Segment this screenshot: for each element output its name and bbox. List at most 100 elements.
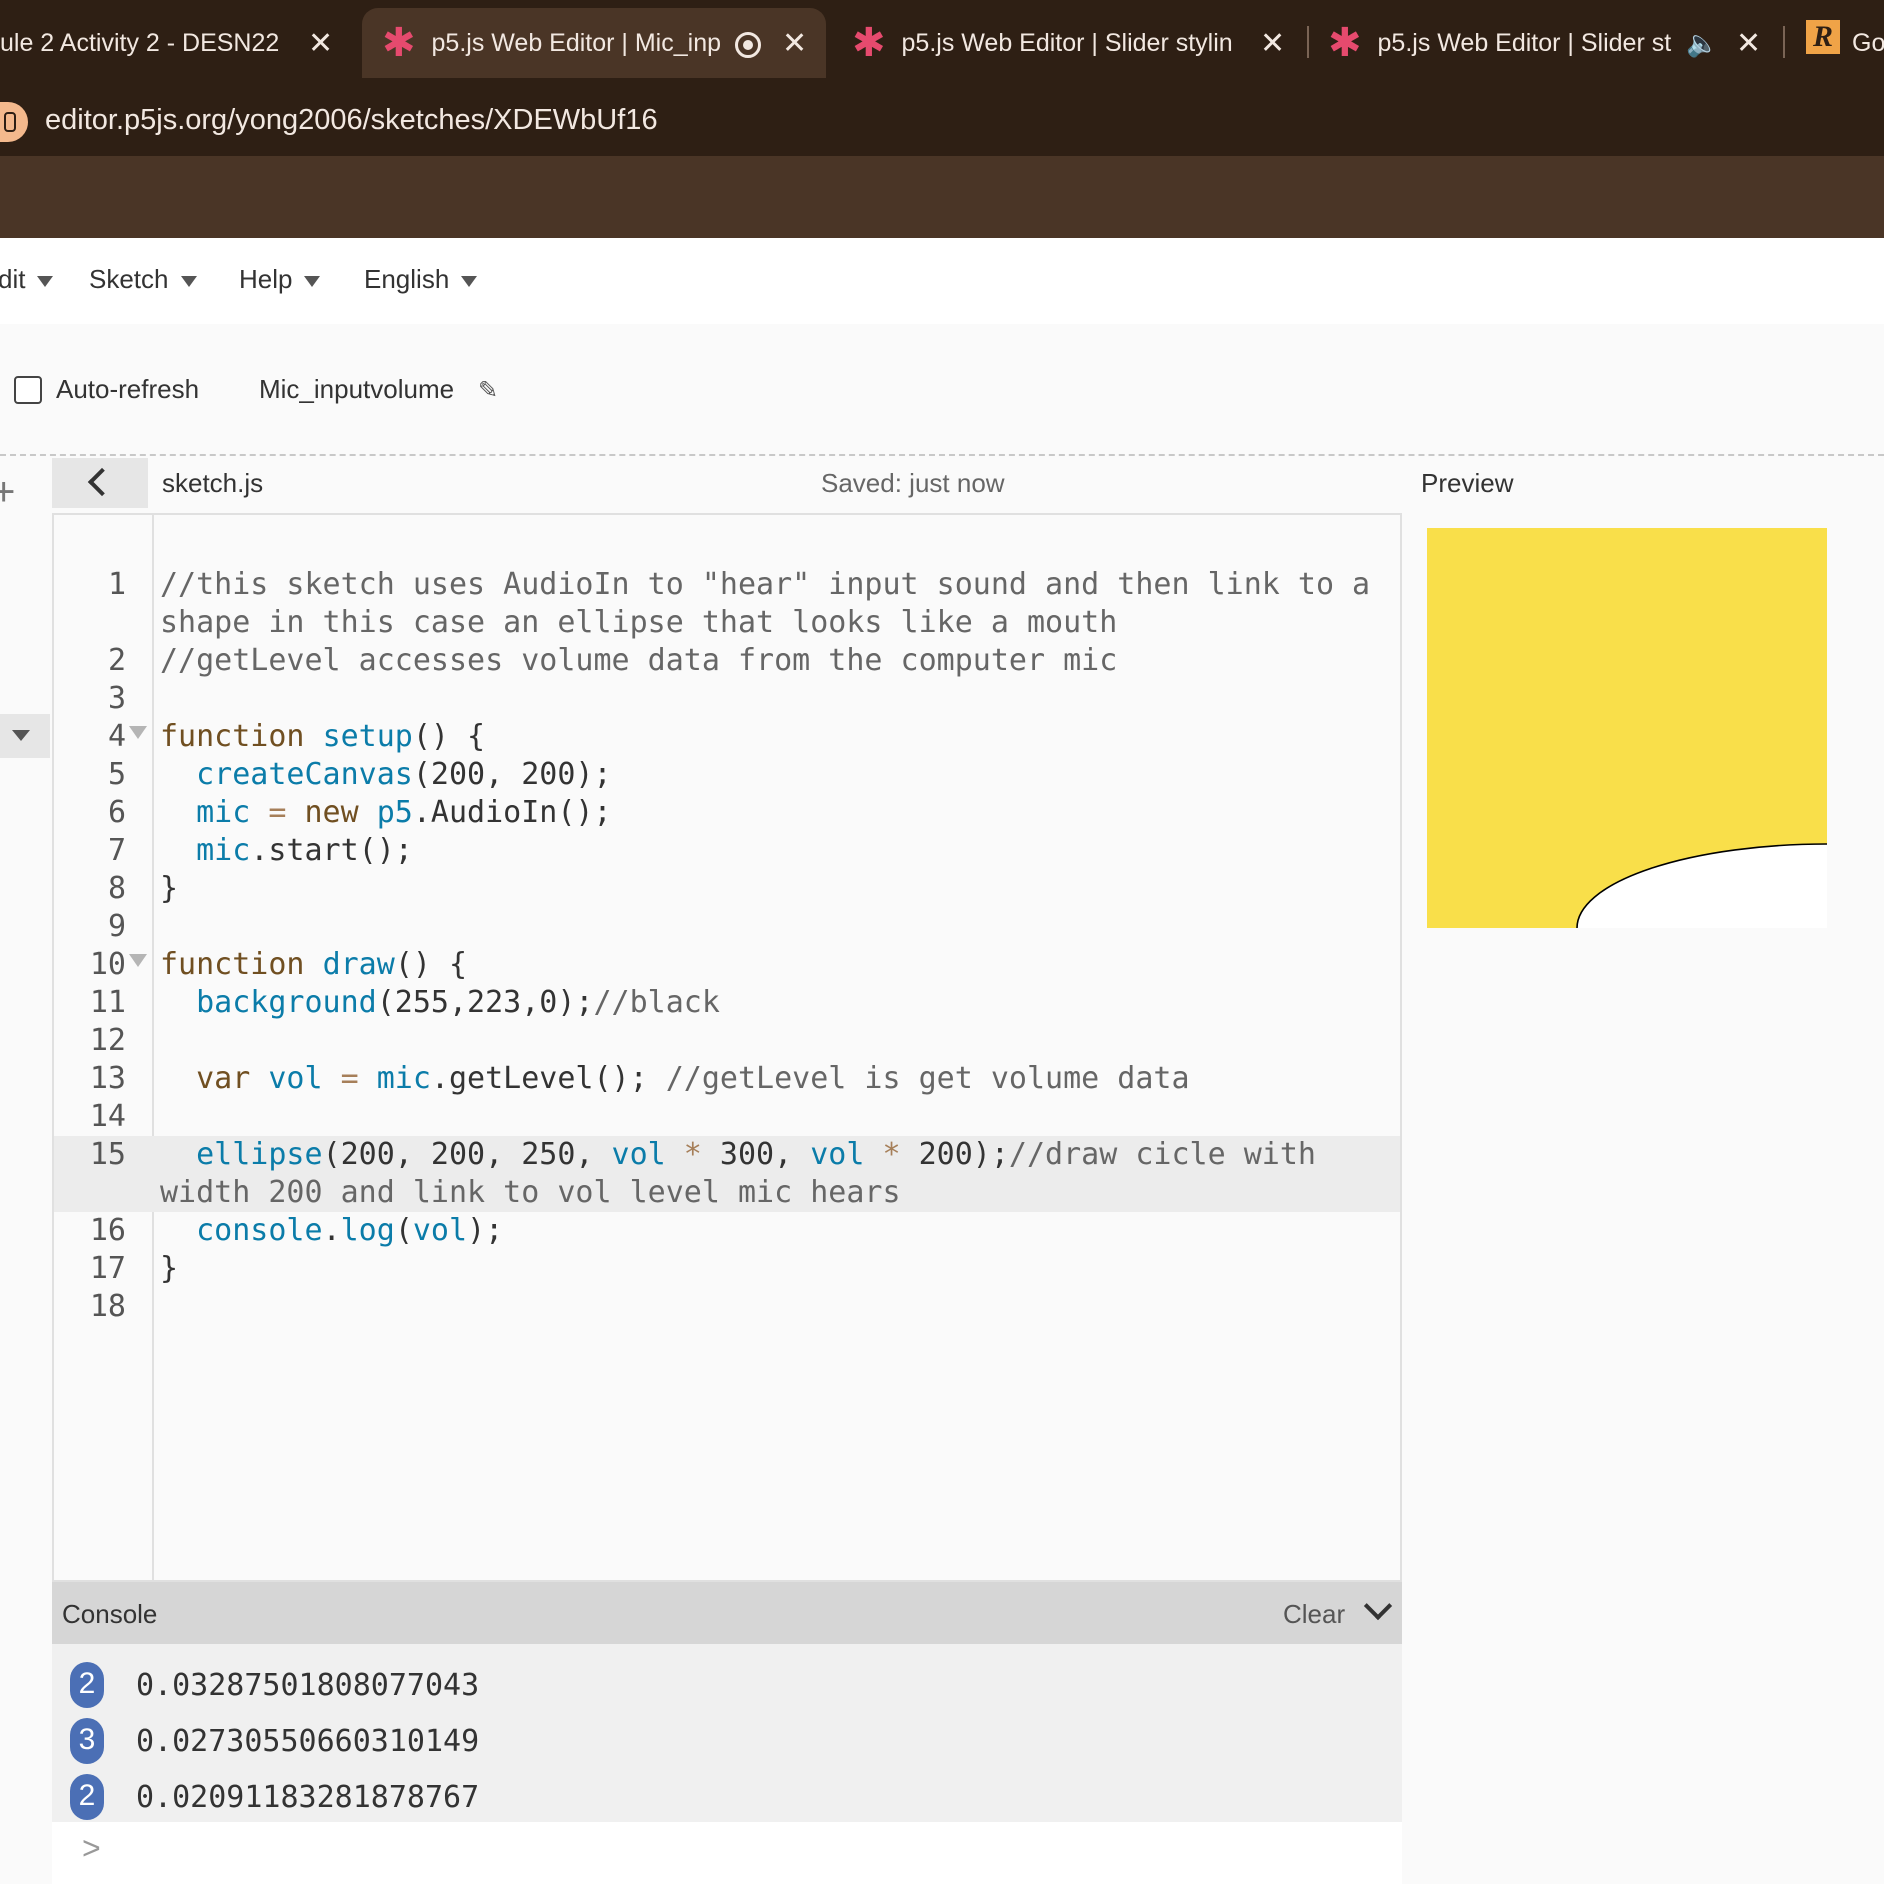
line-number: 4 xyxy=(107,719,126,754)
code-text: //this sketch uses AudioIn to "hear" inp… xyxy=(160,567,1389,640)
code-text: background(255,223,0);//black xyxy=(196,985,720,1020)
code-line[interactable]: 2 //getLevel accesses volume data from th… xyxy=(54,642,1400,680)
line-number: 12 xyxy=(89,1023,126,1058)
menu-label: dit xyxy=(0,264,26,294)
speaker-icon[interactable]: 🔈 xyxy=(1686,28,1718,59)
tab-title: p5.js Web Editor | Mic_inp xyxy=(431,28,722,57)
line-number: 5 xyxy=(107,757,126,792)
recording-icon xyxy=(735,32,761,58)
console-input[interactable]: > xyxy=(52,1822,1402,1884)
code-line[interactable]: 7 mic.start(); xyxy=(54,832,1400,870)
fold-arrow-icon[interactable] xyxy=(129,726,147,739)
fold-arrow-icon[interactable] xyxy=(129,954,147,967)
line-number: 14 xyxy=(89,1099,126,1134)
menu-sketch[interactable]: Sketch xyxy=(89,264,197,295)
line-number: 18 xyxy=(89,1289,126,1324)
prompt-chevron-icon: > xyxy=(82,1830,101,1866)
close-tab-icon[interactable]: ✕ xyxy=(1736,26,1761,61)
console-output: 2 0.03287501808077043 3 0.02730550660310149… xyxy=(52,1644,1402,1822)
sketch-toolbar: Auto-refresh Mic_inputvolume ✎ xyxy=(0,324,1884,456)
code-line[interactable]: 14 xyxy=(54,1098,1400,1136)
microphone-icon[interactable] xyxy=(0,102,28,142)
code-line[interactable]: 8} xyxy=(54,870,1400,908)
caret-down-icon xyxy=(461,275,478,287)
tab-title: Go xyxy=(1852,28,1884,57)
repeat-count-badge: 2 xyxy=(70,1774,104,1820)
line-number: 6 xyxy=(107,795,126,830)
menu-edit[interactable]: dit xyxy=(0,264,54,295)
console-value: 0.03287501808077043 xyxy=(136,1668,480,1703)
editor-menu-bar: dit Sketch Help English xyxy=(0,238,1884,326)
browser-tab-bar: ule 2 Activity 2 - DESN22 ✕ ✱ p5.js Web … xyxy=(0,0,1884,86)
close-tab-icon[interactable]: ✕ xyxy=(782,26,807,61)
auto-refresh-checkbox[interactable] xyxy=(14,376,42,404)
caret-down-icon xyxy=(180,275,197,287)
tab-separator xyxy=(1783,26,1785,58)
browser-tab[interactable]: ✱ p5.js Web Editor | Slider st 🔈 ✕ xyxy=(1328,8,1768,78)
line-number: 2 xyxy=(107,643,126,678)
browser-tab-active[interactable]: ✱ p5.js Web Editor | Mic_inp ✕ xyxy=(362,8,826,78)
code-line[interactable]: 1 //this sketch uses AudioIn to "hear" in… xyxy=(54,566,1400,642)
code-line[interactable]: 12 xyxy=(54,1022,1400,1060)
code-line[interactable]: 15 ellipse(200, 200, 250, vol * 300, vol… xyxy=(54,1136,1400,1212)
line-number: 17 xyxy=(89,1251,126,1286)
code-text: createCanvas(200, 200); xyxy=(196,757,612,792)
console-clear-button[interactable]: Clear xyxy=(1283,1599,1345,1630)
menu-language[interactable]: English xyxy=(364,264,478,295)
p5-star-icon: ✱ xyxy=(852,21,886,65)
code-line[interactable]: 13 var vol = mic.getLevel(); //getLevel … xyxy=(54,1060,1400,1098)
caret-down-icon xyxy=(37,275,54,287)
menu-label: Help xyxy=(239,264,293,294)
code-text: mic = new p5.AudioIn(); xyxy=(196,795,612,830)
save-status: Saved: just now xyxy=(821,468,1005,498)
collapse-sidebar-button[interactable] xyxy=(52,458,148,508)
code-line[interactable]: 5 createCanvas(200, 200); xyxy=(54,756,1400,794)
tab-separator xyxy=(1307,26,1309,58)
code-editor[interactable]: 1 //this sketch uses AudioIn to "hear" in… xyxy=(52,513,1402,1582)
code-text: mic.start(); xyxy=(196,833,413,868)
code-line[interactable]: 6 mic = new p5.AudioIn(); xyxy=(54,794,1400,832)
bookmarks-bar xyxy=(0,156,1884,238)
code-line[interactable]: 9 xyxy=(54,908,1400,946)
line-number: 9 xyxy=(107,909,126,944)
tab-title: p5.js Web Editor | Slider st xyxy=(1377,28,1672,57)
console-value: 0.02091183281878767 xyxy=(136,1780,480,1815)
code-line[interactable]: 17} xyxy=(54,1250,1400,1288)
browser-tab[interactable]: ✱ p5.js Web Editor | Slider stylin ✕ xyxy=(852,8,1292,78)
code-text: console.log(vol); xyxy=(196,1213,504,1248)
code-text: //getLevel accesses volume data from the… xyxy=(160,643,1118,678)
p5-star-icon: ✱ xyxy=(382,21,416,65)
code-line[interactable]: 4 function setup() { xyxy=(54,718,1400,756)
url-field[interactable]: editor.p5js.org/yong2006/sketches/XDEWbU… xyxy=(45,104,658,137)
code-line[interactable]: 10 function draw() { xyxy=(54,946,1400,984)
line-number: 15 xyxy=(89,1137,126,1172)
console-value: 0.02730550660310149 xyxy=(136,1724,480,1759)
line-number: 13 xyxy=(89,1061,126,1096)
sketch-name[interactable]: Mic_inputvolume xyxy=(259,374,454,405)
line-number: 1 xyxy=(107,567,126,602)
address-bar: editor.p5js.org/yong2006/sketches/XDEWbU… xyxy=(0,86,1884,156)
console-entry: 2 0.02091183281878767 xyxy=(52,1770,1402,1822)
menu-help[interactable]: Help xyxy=(239,264,321,295)
code-line[interactable]: 16 console.log(vol); xyxy=(54,1212,1400,1250)
close-tab-icon[interactable]: ✕ xyxy=(1260,26,1285,61)
edit-pencil-icon[interactable]: ✎ xyxy=(478,376,498,405)
code-line[interactable]: 18 xyxy=(54,1288,1400,1326)
browser-tab[interactable]: Go xyxy=(1852,8,1884,78)
browser-tab[interactable]: ule 2 Activity 2 - DESN22 ✕ xyxy=(0,8,350,78)
close-tab-icon[interactable]: ✕ xyxy=(308,26,333,61)
line-number: 10 xyxy=(89,947,126,982)
file-sidebar xyxy=(0,456,50,1884)
code-text: function draw() { xyxy=(160,947,468,982)
sidebar-folder-toggle[interactable] xyxy=(0,714,50,758)
code-text: ellipse(200, 200, 250, vol * 300, vol * … xyxy=(160,1137,1335,1210)
line-number: 7 xyxy=(107,833,126,868)
preview-title: Preview xyxy=(1421,468,1514,498)
code-line[interactable]: 3 xyxy=(54,680,1400,718)
line-number: 11 xyxy=(89,985,126,1020)
code-text: } xyxy=(160,1251,179,1286)
code-line[interactable]: 11 background(255,223,0);//black xyxy=(54,984,1400,1022)
add-file-icon[interactable]: + xyxy=(0,470,15,515)
preview-canvas[interactable] xyxy=(1427,528,1827,928)
chevron-down-icon[interactable] xyxy=(1363,1591,1393,1621)
